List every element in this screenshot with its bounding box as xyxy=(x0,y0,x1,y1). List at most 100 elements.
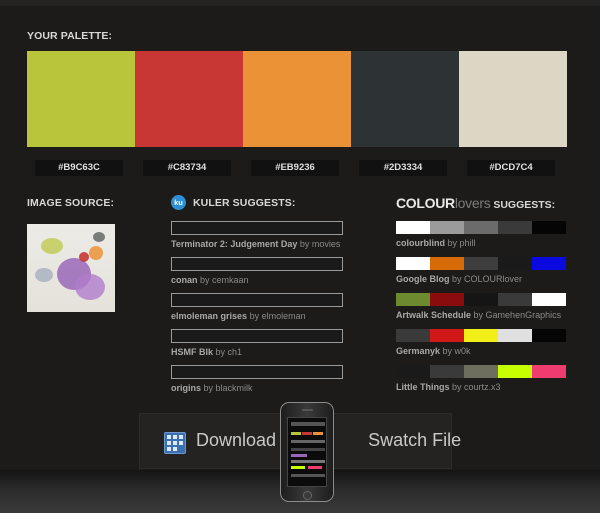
colourlovers-suggestion[interactable]: colourblind by phill xyxy=(396,221,566,248)
palette-page: YOUR PALETTE: #B9C63C #C83734 #EB9236 #2… xyxy=(0,0,600,513)
colourlovers-palette-name[interactable]: Google Blog xyxy=(396,274,450,284)
strip-swatch xyxy=(396,365,430,378)
strip-swatch xyxy=(396,257,430,270)
strip-swatch xyxy=(464,293,498,306)
kuler-swatch-bar[interactable] xyxy=(171,329,343,343)
colourlovers-palette-name[interactable]: Artwalk Schedule xyxy=(396,310,471,320)
kuler-suggestion[interactable]: origins by blackmilk xyxy=(171,365,343,393)
source-image-thumbnail[interactable] xyxy=(27,224,115,312)
kuler-author[interactable]: by ch1 xyxy=(216,347,243,357)
colourlovers-title: COLOURlovers SUGGESTS: xyxy=(396,195,555,211)
kuler-title: KULER SUGGESTS: xyxy=(193,197,296,209)
kuler-theme-name[interactable]: Terminator 2: Judgement Day xyxy=(171,239,297,249)
kuler-author[interactable]: by movies xyxy=(300,239,341,249)
kuler-label: conan by cemkaan xyxy=(171,275,343,285)
colourlovers-label: Google Blog by COLOURlover xyxy=(396,274,566,284)
swatch-file-icon xyxy=(164,432,186,454)
colourlovers-palette-name[interactable]: colourblind xyxy=(396,238,445,248)
palette-title: YOUR PALETTE: xyxy=(27,30,113,42)
colourlovers-swatch-strip[interactable] xyxy=(396,257,566,270)
strip-swatch xyxy=(396,221,430,234)
strip-swatch xyxy=(430,293,464,306)
colourlovers-author[interactable]: by phill xyxy=(448,238,476,248)
kuler-author[interactable]: by elmoleman xyxy=(250,311,306,321)
strip-swatch xyxy=(430,365,464,378)
phone-home-button xyxy=(303,491,312,500)
hex-codes: #B9C63C #C83734 #EB9236 #2D3334 #DCD7C4 xyxy=(35,160,575,176)
kuler-label: elmoleman grises by elmoleman xyxy=(171,311,343,321)
kuler-suggestion[interactable]: conan by cemkaan xyxy=(171,257,343,285)
palette-swatches xyxy=(27,51,567,147)
colourlovers-palette-name[interactable]: Germanyk xyxy=(396,346,440,356)
kuler-label: Terminator 2: Judgement Day by movies xyxy=(171,239,343,249)
kuler-swatch-bar[interactable] xyxy=(171,221,343,235)
thumb-blob xyxy=(93,232,105,242)
colourlovers-author[interactable]: by w0k xyxy=(443,346,471,356)
strip-swatch xyxy=(498,329,532,342)
download-label-right: Swatch File xyxy=(368,430,462,450)
colourlovers-author[interactable]: by COLOURlover xyxy=(452,274,522,284)
colourlovers-logo: COLOUR xyxy=(396,195,455,211)
thumb-blob xyxy=(35,268,53,282)
kuler-label: origins by blackmilk xyxy=(171,383,343,393)
colourlovers-author[interactable]: by GamehenGraphics xyxy=(474,310,562,320)
kuler-suggestion[interactable]: Terminator 2: Judgement Day by movies xyxy=(171,221,343,249)
colourlovers-suggestion[interactable]: Google Blog by COLOURlover xyxy=(396,257,566,284)
strip-swatch xyxy=(532,293,566,306)
strip-swatch xyxy=(464,329,498,342)
colourlovers-logo-light: lovers xyxy=(454,195,491,211)
colourlovers-label: Little Things by courtz.x3 xyxy=(396,382,566,392)
kuler-logo-icon: ku xyxy=(171,195,186,210)
kuler-theme-name[interactable]: HSMF Blk xyxy=(171,347,213,357)
thumb-blob xyxy=(79,252,89,262)
strip-swatch xyxy=(498,293,532,306)
strip-swatch xyxy=(532,257,566,270)
thumb-blob xyxy=(89,246,103,260)
colourlovers-palette-name[interactable]: Little Things xyxy=(396,382,450,392)
colourlovers-swatch-strip[interactable] xyxy=(396,365,566,378)
kuler-author[interactable]: by cemkaan xyxy=(200,275,249,285)
palette-swatch[interactable] xyxy=(27,51,135,147)
strip-swatch xyxy=(464,221,498,234)
image-source-title: IMAGE SOURCE: xyxy=(27,197,115,209)
strip-swatch xyxy=(498,257,532,270)
kuler-theme-name[interactable]: conan xyxy=(171,275,198,285)
top-edge xyxy=(0,0,600,6)
strip-swatch xyxy=(430,257,464,270)
kuler-swatch-bar[interactable] xyxy=(171,293,343,307)
iphone-preview-image xyxy=(280,402,334,502)
kuler-label: HSMF Blk by ch1 xyxy=(171,347,343,357)
strip-swatch xyxy=(396,293,430,306)
thumb-blob xyxy=(75,274,105,300)
colourlovers-swatch-strip[interactable] xyxy=(396,329,566,342)
palette-swatch[interactable] xyxy=(135,51,243,147)
strip-swatch xyxy=(430,221,464,234)
strip-swatch xyxy=(430,329,464,342)
kuler-author[interactable]: by blackmilk xyxy=(204,383,253,393)
colourlovers-author[interactable]: by courtz.x3 xyxy=(452,382,501,392)
kuler-suggestion[interactable]: elmoleman grises by elmoleman xyxy=(171,293,343,321)
kuler-theme-name[interactable]: elmoleman grises xyxy=(171,311,247,321)
kuler-swatch-bar[interactable] xyxy=(171,257,343,271)
strip-swatch xyxy=(498,365,532,378)
kuler-theme-name[interactable]: origins xyxy=(171,383,201,393)
colourlovers-swatch-strip[interactable] xyxy=(396,221,566,234)
palette-swatch[interactable] xyxy=(459,51,567,147)
colourlovers-suggests: SUGGESTS: xyxy=(490,199,556,211)
colourlovers-label: colourblind by phill xyxy=(396,238,566,248)
kuler-suggestion[interactable]: HSMF Blk by ch1 xyxy=(171,329,343,357)
kuler-swatch-bar[interactable] xyxy=(171,365,343,379)
strip-swatch xyxy=(396,329,430,342)
strip-swatch xyxy=(498,221,532,234)
colourlovers-suggestion[interactable]: Little Things by courtz.x3 xyxy=(396,365,566,392)
hex-code: #C83734 xyxy=(143,160,231,176)
colourlovers-suggestion[interactable]: Germanyk by w0k xyxy=(396,329,566,356)
thumb-blob xyxy=(41,238,63,254)
colourlovers-label: Germanyk by w0k xyxy=(396,346,566,356)
colourlovers-suggestion[interactable]: Artwalk Schedule by GamehenGraphics xyxy=(396,293,566,320)
download-label-left: Download xyxy=(196,430,277,450)
palette-swatch[interactable] xyxy=(243,51,351,147)
hex-code: #2D3334 xyxy=(359,160,447,176)
palette-swatch[interactable] xyxy=(351,51,459,147)
colourlovers-swatch-strip[interactable] xyxy=(396,293,566,306)
